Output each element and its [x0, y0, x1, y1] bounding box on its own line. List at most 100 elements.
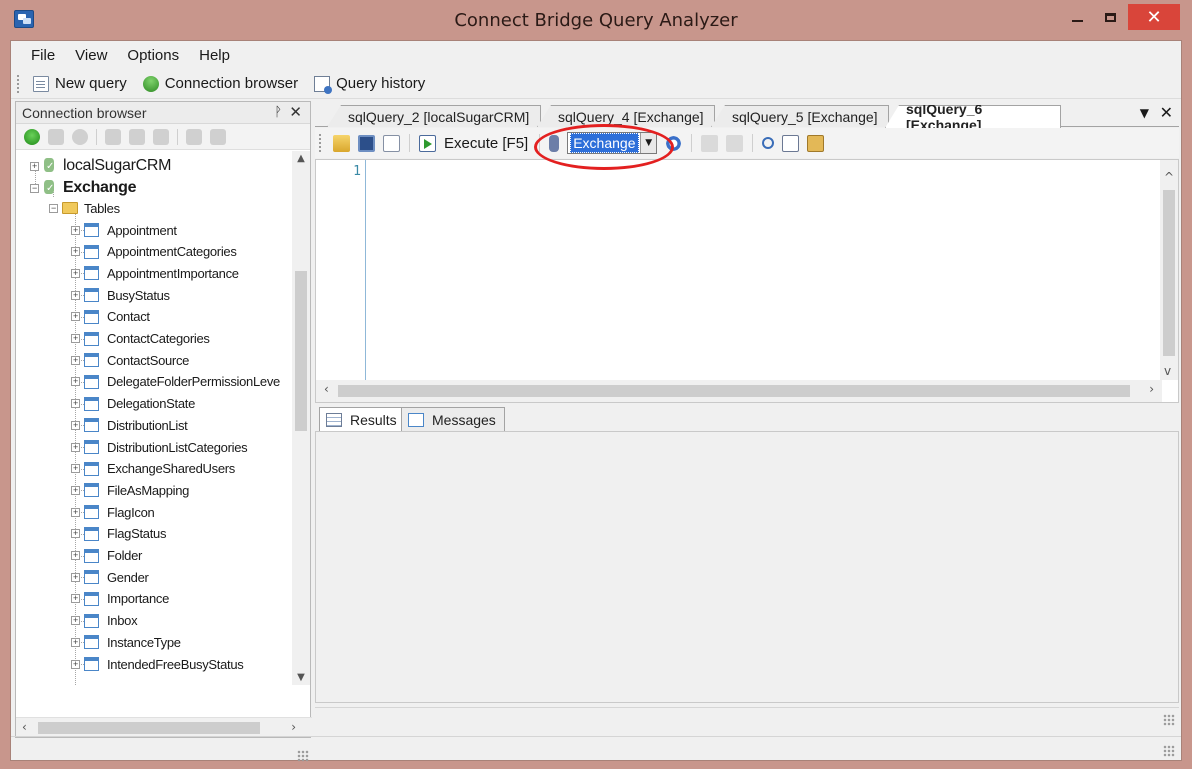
- menu-file[interactable]: File: [21, 43, 65, 68]
- expand-icon[interactable]: +: [71, 225, 80, 235]
- scroll-thumb[interactable]: [338, 385, 1130, 397]
- tree-connection-localsugarcrm[interactable]: + localSugarCRM: [30, 155, 171, 177]
- minimize-button[interactable]: [1060, 4, 1094, 30]
- open-file-icon[interactable]: [333, 134, 350, 152]
- toolbar-grip[interactable]: [319, 134, 323, 152]
- tree-table-item[interactable]: + InstanceType: [71, 631, 181, 653]
- scroll-left-icon[interactable]: ‹: [324, 382, 329, 396]
- cut-icon[interactable]: [762, 137, 775, 149]
- toolbar-grip[interactable]: [17, 74, 21, 93]
- scroll-right-icon[interactable]: ›: [291, 720, 296, 734]
- tree-table-item[interactable]: + DistributionListCategories: [71, 436, 248, 458]
- query-history-button[interactable]: Query history: [308, 73, 431, 94]
- sql-editor[interactable]: 1 ^ v ‹ ›: [315, 159, 1179, 403]
- expand-icon[interactable]: +: [71, 268, 80, 278]
- tree-table-item[interactable]: + Folder: [71, 545, 142, 567]
- tab-messages[interactable]: Messages: [401, 407, 505, 431]
- menu-options[interactable]: Options: [117, 43, 189, 68]
- expand-icon[interactable]: +: [30, 161, 39, 171]
- expand-icon[interactable]: +: [71, 464, 80, 474]
- refresh-icon[interactable]: [186, 128, 202, 145]
- expand-icon[interactable]: +: [71, 442, 80, 452]
- delete-connection-icon[interactable]: [72, 128, 88, 145]
- scroll-thumb[interactable]: [38, 722, 260, 734]
- copy-icon[interactable]: [782, 134, 800, 152]
- title-bar[interactable]: Connect Bridge Query Analyzer ✕: [0, 0, 1192, 40]
- tree-table-item[interactable]: + DelegateFolderPermissionLeve: [71, 371, 280, 393]
- expand-icon[interactable]: +: [71, 312, 80, 322]
- tree-folder-tables[interactable]: − Tables: [49, 197, 120, 219]
- expand-icon[interactable]: +: [71, 355, 80, 365]
- copy-connection-icon[interactable]: [105, 128, 121, 145]
- redo-icon[interactable]: [726, 134, 744, 152]
- export-icon[interactable]: [129, 128, 145, 145]
- import-icon[interactable]: [153, 128, 169, 145]
- menu-view[interactable]: View: [65, 43, 117, 68]
- scroll-left-icon[interactable]: ‹: [22, 720, 27, 734]
- tree-table-item[interactable]: + AppointmentImportance: [71, 262, 239, 284]
- expand-icon[interactable]: +: [71, 334, 80, 343]
- tree-table-item[interactable]: + FlagStatus: [71, 523, 166, 545]
- expand-icon[interactable]: +: [71, 399, 80, 409]
- collapse-icon[interactable]: −: [49, 203, 58, 213]
- tree-table-item[interactable]: + Contact: [71, 306, 150, 328]
- tab-sqlquery-4[interactable]: sqlQuery_4 [Exchange]: [537, 105, 715, 127]
- scroll-up-icon[interactable]: ^: [1164, 170, 1174, 184]
- expand-icon[interactable]: +: [71, 247, 80, 257]
- tree-vertical-scrollbar[interactable]: ▲ ▼: [292, 151, 310, 685]
- close-button[interactable]: ✕: [1128, 4, 1180, 30]
- expand-icon[interactable]: +: [71, 637, 80, 647]
- expand-icon[interactable]: +: [71, 529, 80, 539]
- tree-table-item[interactable]: + AppointmentCategories: [71, 241, 237, 263]
- tree-table-item[interactable]: + FileAsMapping: [71, 479, 189, 501]
- tree-table-item[interactable]: + Appointment: [71, 219, 177, 241]
- disconnect-icon[interactable]: [210, 128, 226, 145]
- undo-icon[interactable]: [701, 134, 719, 152]
- editor-vertical-scrollbar[interactable]: ^ v: [1160, 160, 1178, 380]
- new-query-button[interactable]: New query: [27, 73, 133, 94]
- tree-table-item[interactable]: + DistributionList: [71, 414, 188, 436]
- tree-table-item[interactable]: + Importance: [71, 588, 169, 610]
- expand-icon[interactable]: +: [71, 594, 80, 604]
- resize-grip-icon[interactable]: [1163, 745, 1175, 757]
- execute-button[interactable]: Execute [F5]: [415, 134, 534, 152]
- maximize-button[interactable]: [1094, 4, 1126, 30]
- editor-horizontal-scrollbar[interactable]: ‹ ›: [316, 380, 1162, 402]
- save-as-icon[interactable]: [383, 134, 400, 152]
- scroll-thumb[interactable]: [1163, 190, 1175, 356]
- tab-sqlquery-5[interactable]: sqlQuery_5 [Exchange]: [711, 105, 889, 127]
- scroll-down-icon[interactable]: v: [1164, 364, 1171, 378]
- save-icon[interactable]: [358, 134, 375, 152]
- tab-list-dropdown-icon[interactable]: ▼: [1140, 106, 1149, 120]
- tree-table-item[interactable]: + BusyStatus: [71, 284, 170, 306]
- expand-icon[interactable]: +: [71, 290, 80, 300]
- results-pane[interactable]: [315, 431, 1179, 703]
- scroll-thumb[interactable]: [295, 271, 307, 431]
- tree-table-item[interactable]: + Inbox: [71, 610, 138, 632]
- menu-help[interactable]: Help: [189, 43, 240, 68]
- expand-icon[interactable]: +: [71, 485, 80, 495]
- tab-results[interactable]: Results: [319, 407, 406, 432]
- tree-table-item[interactable]: + FlagIcon: [71, 501, 155, 523]
- edit-connection-icon[interactable]: [48, 128, 64, 145]
- connection-browser-button[interactable]: Connection browser: [137, 73, 304, 94]
- collapse-icon[interactable]: −: [30, 183, 39, 193]
- panel-close-icon[interactable]: ✕: [289, 103, 302, 121]
- scroll-down-icon[interactable]: ▼: [292, 672, 310, 683]
- expand-icon[interactable]: +: [71, 551, 80, 560]
- tab-close-icon[interactable]: ✕: [1160, 103, 1173, 122]
- expand-icon[interactable]: +: [71, 420, 80, 430]
- add-connection-icon[interactable]: [24, 128, 40, 145]
- resize-grip-icon[interactable]: [1163, 714, 1175, 726]
- tree-horizontal-scrollbar[interactable]: ‹ ›: [16, 717, 312, 737]
- tree-table-item[interactable]: + IntendedFreeBusyStatus: [71, 653, 244, 675]
- tree-table-item[interactable]: + ExchangeSharedUsers: [71, 458, 235, 480]
- expand-icon[interactable]: +: [71, 659, 80, 669]
- scroll-up-icon[interactable]: ▲: [292, 153, 310, 164]
- expand-icon[interactable]: +: [71, 616, 80, 626]
- tab-sqlquery-2[interactable]: sqlQuery_2 [localSugarCRM]: [327, 105, 541, 127]
- tree-table-item[interactable]: + Gender: [71, 566, 149, 588]
- tree-table-item[interactable]: + ContactSource: [71, 349, 189, 371]
- tree-connection-exchange[interactable]: − Exchange: [30, 177, 136, 199]
- tree-table-item[interactable]: + ContactCategories: [71, 328, 210, 350]
